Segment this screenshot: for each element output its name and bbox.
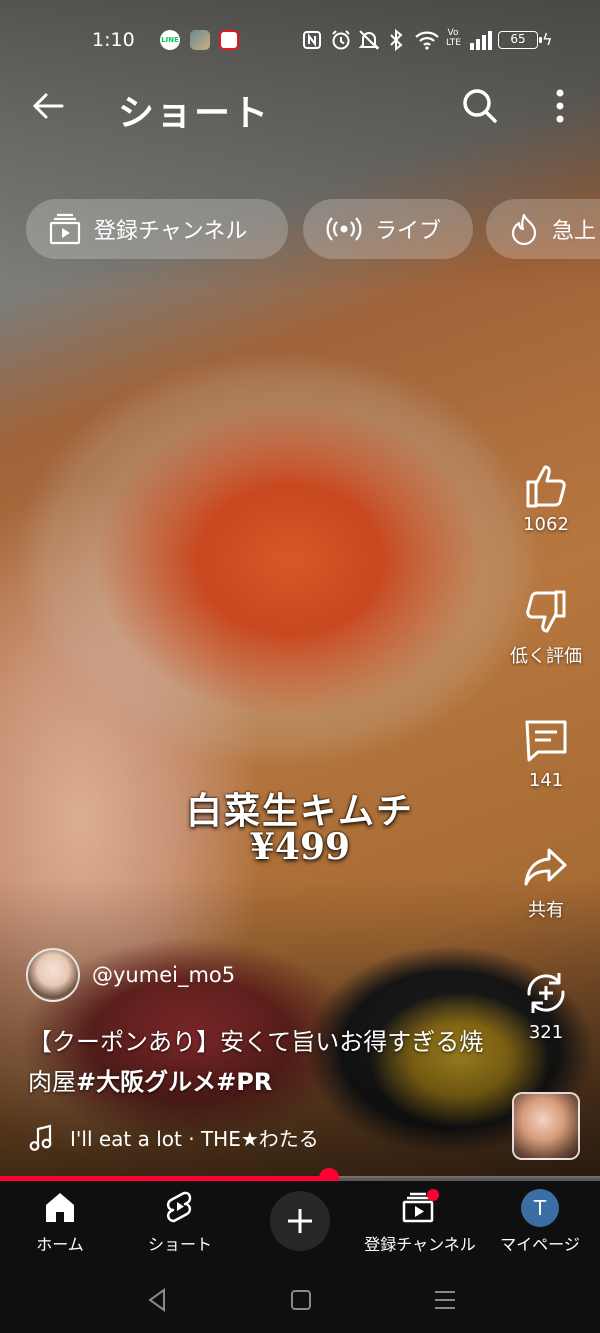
- wifi-icon: [415, 31, 439, 50]
- battery-icon: 65: [498, 31, 542, 49]
- channel-avatar[interactable]: [26, 948, 80, 1002]
- music-track[interactable]: I'll eat a lot · THE★わたる: [28, 1123, 319, 1152]
- battery-level: 65: [510, 32, 526, 46]
- subscriptions-icon: [402, 1189, 439, 1223]
- nav-home[interactable]: ホーム: [0, 1189, 120, 1255]
- dislike-button[interactable]: 低く評価: [510, 588, 582, 668]
- chip-subscriptions[interactable]: 登録チャンネル: [26, 199, 288, 259]
- account-avatar: T: [521, 1189, 559, 1227]
- nav-subscriptions[interactable]: 登録チャンネル: [360, 1189, 480, 1255]
- search-icon[interactable]: [460, 86, 500, 126]
- mute-icon: [358, 30, 380, 50]
- home-icon: [46, 1193, 74, 1222]
- signal-icon: [470, 31, 492, 50]
- charging-icon: ϟ: [542, 30, 553, 49]
- bluetooth-icon: [390, 29, 403, 51]
- dislike-label: 低く評価: [510, 646, 582, 667]
- system-home-icon[interactable]: [286, 1285, 316, 1315]
- photo-app-icon: [190, 30, 210, 50]
- create-button[interactable]: [270, 1191, 330, 1251]
- nav-label: ショート: [147, 1235, 212, 1254]
- subscriptions-icon: [49, 213, 81, 245]
- shorts-icon: [166, 1191, 192, 1223]
- thumbs-up-icon: [526, 465, 566, 508]
- chip-label: 登録チャンネル: [94, 219, 248, 244]
- chip-label: ライブ: [375, 219, 442, 244]
- bottom-navigation: ホーム ショート 登録チャンネル T マイページ: [0, 1181, 600, 1267]
- remix-button[interactable]: 321: [510, 968, 582, 1043]
- trending-icon: [511, 213, 537, 246]
- thumbs-down-icon: [526, 590, 566, 633]
- chip-label: 急上: [552, 219, 597, 244]
- chip-live[interactable]: ライブ: [303, 199, 473, 259]
- hashtag-link[interactable]: #PR: [216, 1068, 272, 1096]
- nav-label: マイページ: [500, 1235, 580, 1254]
- system-back-icon[interactable]: [142, 1285, 172, 1315]
- chip-trending[interactable]: 急上: [486, 199, 600, 259]
- top-app-bar: ショート: [0, 78, 600, 138]
- status-time: 1:10: [92, 29, 135, 51]
- system-navigation-bar: [0, 1267, 600, 1333]
- system-menu-icon[interactable]: [430, 1285, 460, 1315]
- line-app-icon: LINE: [160, 30, 180, 50]
- nav-mypage[interactable]: T マイページ: [480, 1189, 600, 1255]
- like-button[interactable]: 1062: [510, 460, 582, 535]
- remix-count: 321: [528, 1022, 564, 1043]
- back-arrow-icon[interactable]: [28, 86, 68, 126]
- plus-icon: [288, 1209, 312, 1233]
- nav-shorts[interactable]: ショート: [120, 1189, 240, 1255]
- nav-label: 登録チャンネル: [364, 1235, 476, 1254]
- remix-icon: [527, 973, 565, 1013]
- nav-label: ホーム: [36, 1235, 84, 1254]
- comment-icon: [525, 720, 567, 762]
- live-icon: [326, 217, 362, 241]
- page-title: ショート: [118, 93, 271, 134]
- like-count: 1062: [523, 514, 569, 535]
- comment-count: 141: [528, 770, 564, 791]
- video-caption[interactable]: 【クーポンあり】安くて旨いお得すぎる焼肉屋#大阪グルメ#PR: [28, 1022, 498, 1102]
- filter-chips: 登録チャンネル ライブ 急上: [26, 199, 600, 259]
- channel-handle[interactable]: @yumei_mo5: [92, 963, 235, 987]
- share-label: 共有: [528, 900, 564, 921]
- volte-icon: Vo LTE: [446, 28, 461, 48]
- sound-source-thumbnail[interactable]: [512, 1092, 580, 1160]
- share-button[interactable]: 共有: [510, 842, 582, 922]
- share-icon: [524, 848, 567, 886]
- nfc-icon: [303, 31, 321, 49]
- comments-button[interactable]: 141: [510, 716, 582, 791]
- hashtag-link[interactable]: #大阪グルメ: [76, 1068, 216, 1096]
- alarm-icon: [332, 30, 350, 50]
- music-note-icon: [29, 1124, 52, 1151]
- more-vert-icon[interactable]: [546, 86, 574, 126]
- news-app-icon: [219, 30, 239, 50]
- channel-info[interactable]: @yumei_mo5: [26, 948, 235, 1002]
- music-title: I'll eat a lot · THE★わたる: [70, 1127, 319, 1151]
- status-bar: 1:10 LINE Vo LTE 65 ϟ: [0, 22, 600, 58]
